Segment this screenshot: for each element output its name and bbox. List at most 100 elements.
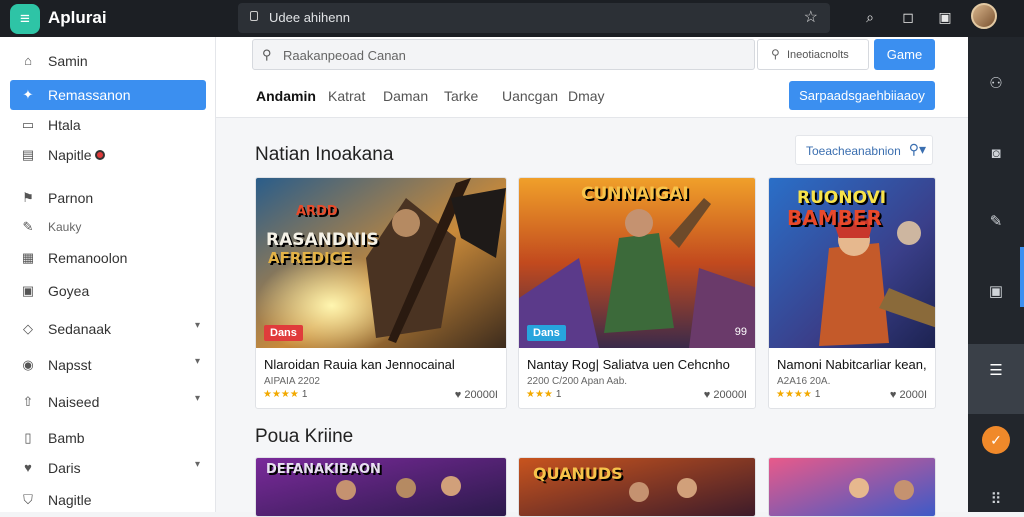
- game-card[interactable]: ARDD RASANDNIS AFREDICE Dans Nlaroidan R…: [255, 177, 507, 409]
- sidebar: ⌂ Samin ✦ Remassanon ▭ Htala ▤ Napitle ⚑ Parn…: [0, 37, 216, 512]
- sidebar-item-goyea[interactable]: ▣ Goyea: [10, 276, 206, 306]
- bookmark-icon: ⚑: [22, 190, 34, 205]
- cover-title: RASANDNIS: [266, 230, 379, 250]
- rating-stars: ★★★★ 1: [263, 389, 307, 400]
- settings-icon[interactable]: ✓: [982, 426, 1010, 454]
- cover-title: CUNNAIGAI: [581, 184, 689, 204]
- rail-active-indicator: [1020, 247, 1024, 307]
- search-icon: ⚲: [262, 47, 272, 62]
- sidebar-item-naiseed[interactable]: ⇧ Naiseed ▾: [10, 387, 206, 417]
- game-meta: A2A16 20A.: [777, 376, 831, 387]
- game-card[interactable]: QUANUDS: [518, 457, 756, 517]
- tab-katrat[interactable]: Katrat: [328, 88, 365, 104]
- secondary-search-input[interactable]: ⚲ Ineotiacnolts: [757, 39, 869, 70]
- stars-icon: ★★★★: [263, 389, 299, 400]
- tag-icon: ▭: [21, 117, 35, 132]
- section-title: Poua Kriine: [255, 426, 354, 447]
- heart-icon: ♥: [454, 389, 465, 401]
- home-icon: ⌂: [24, 53, 32, 68]
- chevron-down-icon: ▾: [194, 459, 200, 470]
- sidebar-item-sedanaak[interactable]: ◇ Sedanaak ▾: [10, 314, 206, 344]
- rating-stars: ★★★ 1: [526, 389, 561, 400]
- rating-value: 1: [555, 389, 562, 400]
- sidebar-item-label: Sedanaak: [48, 321, 112, 337]
- gift-icon[interactable]: ▣: [936, 8, 954, 26]
- sidebar-item-label: Napsst: [48, 357, 92, 373]
- game-card[interactable]: CUNNAIGAI Dans 99 Nantay Rog| Saliatva u…: [518, 177, 756, 409]
- apps-grid-icon[interactable]: ⠿: [968, 489, 1024, 511]
- shield-icon: ⛉: [23, 492, 33, 507]
- search-button[interactable]: Game: [874, 39, 935, 70]
- sidebar-item-label: Napitle: [48, 147, 92, 163]
- sidebar-item-label: Bamb: [48, 430, 85, 446]
- stars-icon: ★★★★: [776, 389, 812, 400]
- search-icon: ⚲▾: [908, 141, 926, 157]
- pen-icon[interactable]: ✎: [968, 211, 1024, 233]
- bookmark-star-icon[interactable]: ☆: [804, 7, 818, 27]
- cover-art: [769, 458, 935, 516]
- users-icon[interactable]: ⚇: [968, 73, 1024, 95]
- stars-icon: ★★★: [526, 389, 553, 400]
- sort-dropdown[interactable]: Toeacheanabnion ⚲▾: [795, 135, 933, 165]
- menu-icon[interactable]: ☰: [968, 360, 1024, 382]
- section-title: Natian Inoakana: [255, 144, 394, 165]
- sidebar-item-daris[interactable]: ♥ Daris ▾: [10, 453, 206, 483]
- search-input[interactable]: ⚲ Raakanpeoad Canan: [252, 39, 755, 70]
- chevron-down-icon: ▾: [194, 393, 200, 404]
- sidebar-item-parnon[interactable]: ⚑ Parnon: [10, 183, 206, 213]
- game-cover-image: ARDD RASANDNIS AFREDICE Dans: [256, 178, 506, 348]
- chevron-down-icon: ▾: [194, 356, 200, 367]
- download-count-value: 20000I: [464, 389, 498, 401]
- game-cover-image: RUONOVI BAMBER: [769, 178, 935, 348]
- tab-dmay[interactable]: Dmay: [568, 88, 605, 104]
- heart-icon: ♥: [703, 389, 714, 401]
- cover-title: DEFANAKIBAON: [266, 462, 381, 477]
- sidebar-item-label: Remanoolon: [48, 250, 128, 266]
- game-cover-image: CUNNAIGAI Dans 99: [519, 178, 755, 348]
- sidebar-item-kauky[interactable]: ✎ Kauky: [10, 212, 206, 242]
- download-count-value: 2000I: [899, 389, 927, 401]
- cover-title: RUONOVI: [797, 188, 887, 208]
- status-badge: Dans: [527, 325, 566, 341]
- sidebar-item-nagitle[interactable]: ⛉ Nagitle: [10, 485, 206, 515]
- sidebar-item-bamb[interactable]: ▯ Bamb: [10, 423, 206, 453]
- square-icon: ▣: [21, 283, 35, 298]
- address-text: Udee ahihenn: [269, 10, 350, 25]
- sidebar-item-napitle[interactable]: ▤ Napitle: [10, 140, 206, 170]
- tab-uancgan[interactable]: Uancgan: [502, 88, 558, 104]
- chat-icon[interactable]: ◻: [899, 8, 917, 26]
- sidebar-item-remanoolon[interactable]: ▦ Remanoolon: [10, 243, 206, 273]
- sidebar-item-htala[interactable]: ▭ Htala: [10, 110, 206, 140]
- sidebar-item-label: Remassanon: [48, 87, 131, 103]
- tab-tarke[interactable]: Tarke: [444, 88, 478, 104]
- tab-daman[interactable]: Daman: [383, 88, 428, 104]
- sidebar-item-label: Samin: [48, 53, 88, 69]
- cover-title: QUANUDS: [533, 464, 623, 483]
- title-bar: ≡ Aplurai Udee ahihenn ☆ ⌕ ◻ ▣: [0, 0, 1024, 37]
- game-meta: AIPAIA 2202: [264, 376, 320, 387]
- camera-icon[interactable]: ◙: [968, 143, 1024, 165]
- game-title: Nantay Rog| Saliatva uen Cehcnho: [527, 357, 730, 372]
- game-card[interactable]: [768, 457, 936, 517]
- sidebar-item-napsst[interactable]: ◉ Napsst ▾: [10, 350, 206, 380]
- app-logo-icon[interactable]: ≡: [10, 4, 40, 34]
- game-card[interactable]: RUONOVI BAMBER Namoni Nabitcarliar kean,…: [768, 177, 936, 409]
- cover-title: BAMBER: [787, 206, 882, 230]
- game-meta: 2200 C/200 Apan Aab.: [527, 376, 628, 387]
- download-count: ♥ 2000I: [890, 389, 927, 401]
- sidebar-item-label: Naiseed: [48, 394, 100, 410]
- avatar[interactable]: [971, 3, 997, 29]
- rating-value: 1: [301, 389, 308, 400]
- sidebar-item-samin[interactable]: ⌂ Samin: [10, 46, 206, 76]
- diamond-icon: ◇: [23, 321, 33, 336]
- sort-label: Toeacheanabnion: [806, 144, 901, 158]
- download-count-value: 20000I: [713, 389, 747, 401]
- action-button[interactable]: Sarpaadsgaehbiiaaoy: [789, 81, 935, 110]
- lock-icon[interactable]: ▣: [968, 281, 1024, 303]
- search-icon[interactable]: ⌕: [861, 8, 879, 26]
- tab-andamin[interactable]: Andamin: [256, 88, 316, 104]
- game-card[interactable]: DEFANAKIBAON: [255, 457, 507, 517]
- sidebar-item-remassanon[interactable]: ✦ Remassanon: [10, 80, 206, 110]
- address-bar[interactable]: Udee ahihenn ☆: [238, 3, 830, 33]
- sidebar-item-label: Daris: [48, 460, 81, 476]
